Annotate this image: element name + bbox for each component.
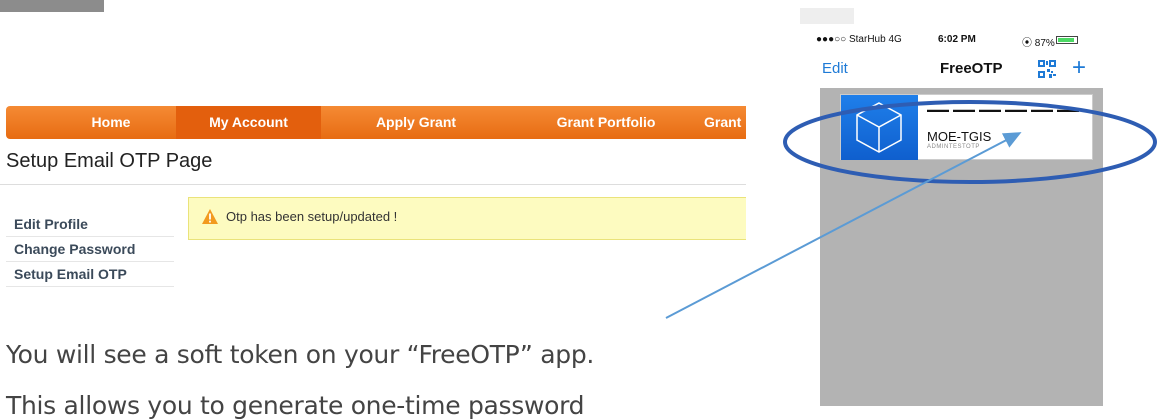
side-link-setup-email-otp[interactable]: Setup Email OTP [6,262,174,287]
warning-icon [202,209,218,224]
success-alert: Otp has been setup/updated ! [188,197,746,240]
nav-apply-grant[interactable]: Apply Grant [361,106,471,139]
nav-my-account[interactable]: My Account [176,106,321,139]
nav-grant[interactable]: Grant [704,106,746,139]
caption-line-1: You will see a soft token on your “FreeO… [6,340,595,369]
page-title: Setup Email OTP Page [6,150,213,172]
token-logo [841,95,918,160]
top-left-tab [0,0,104,12]
cube-icon [856,102,902,153]
app-nav-bar: Edit FreeOTP + [810,52,1113,86]
battery-fill [1058,38,1074,42]
token-card[interactable]: —————— MOE-TGIS ADMINTESTOTP [840,94,1093,160]
web-screenshot: Home My Account Apply Grant Grant Portfo… [0,102,746,302]
nav-grant-portfolio[interactable]: Grant Portfolio [546,106,666,139]
edit-button[interactable]: Edit [822,60,848,77]
title-divider [0,184,746,185]
side-link-edit-profile[interactable]: Edit Profile [6,212,174,237]
add-token-icon[interactable]: + [1072,56,1086,80]
side-link-change-password[interactable]: Change Password [6,237,174,262]
nav-home[interactable]: Home [56,106,166,139]
app-title: FreeOTP [940,60,1003,77]
alert-message: Otp has been setup/updated ! [226,209,398,224]
token-issuer: MOE-TGIS [927,129,992,144]
main-nav: Home My Account Apply Grant Grant Portfo… [6,106,746,139]
battery-percent: ⦿ 87% [1022,38,1055,49]
token-account-label: ADMINTESTOTP [927,144,980,150]
carrier-signal: ●●●○○ StarHub 4G [816,34,902,45]
battery-icon [1056,36,1078,44]
phone-screenshot: ●●●○○ StarHub 4G 6:02 PM ⦿ 87% Edit Free… [810,30,1113,406]
status-bar: ●●●○○ StarHub 4G 6:02 PM ⦿ 87% [810,30,1113,50]
qr-code-icon[interactable] [1038,60,1056,78]
status-time: 6:02 PM [938,34,976,45]
token-code: —————— [927,97,1083,122]
side-menu: Edit Profile Change Password Setup Email… [6,212,174,287]
phone-top-strip [800,8,854,24]
